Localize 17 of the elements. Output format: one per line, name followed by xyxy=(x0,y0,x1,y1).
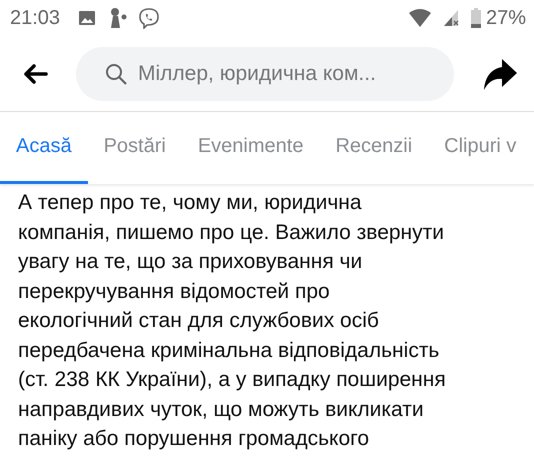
post-text: А тепер про те, чому ми, юридична компанія, пишемо про це. Важило звернути увагу на те, що за приховування чи перекручування відомостей про екологічний стан для службових осіб передбачена кримінальна відповідальність (ст. 238 КК України), а у випадку поширення направдивих чуток, що можуть викликати паніку або порушення громадського xyxy=(18,190,447,452)
tab[interactable]: Clipuri v xyxy=(428,112,532,184)
search-field[interactable]: Міллер, юридична ком... xyxy=(76,46,454,100)
status-time: 21:03 xyxy=(10,6,60,30)
battery-percent: 27% xyxy=(486,6,526,30)
tab[interactable]: Recenzii xyxy=(319,112,428,184)
wifi-icon xyxy=(408,8,432,28)
phone-bubble-icon xyxy=(138,7,160,29)
share-button[interactable] xyxy=(482,56,518,90)
search-icon xyxy=(104,62,128,86)
image-icon xyxy=(78,9,96,27)
battery-icon xyxy=(470,7,482,29)
signal-icon xyxy=(442,8,460,28)
tab[interactable]: Postări xyxy=(88,112,182,184)
tab[interactable]: Evenimente xyxy=(182,112,320,184)
tab[interactable]: Acasă xyxy=(0,112,88,184)
back-button[interactable] xyxy=(22,62,48,84)
